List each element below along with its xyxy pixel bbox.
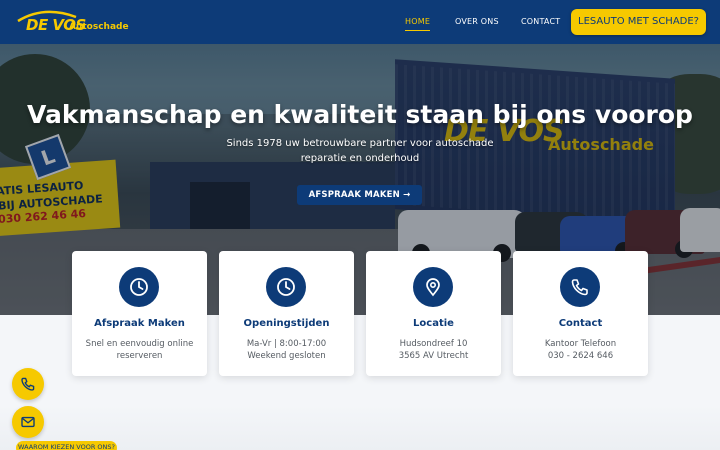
card-title: Openingstijden	[243, 318, 330, 329]
card-appointment[interactable]: Afspraak Maken Snel en eenvoudig online …	[72, 251, 207, 376]
logo-subtitle: Autoschade	[69, 22, 129, 32]
hero-subtitle: Sinds 1978 uw betrouwbare partner voor a…	[226, 138, 494, 164]
card-text: Kantoor Telefoon	[544, 339, 617, 349]
card-title: Locatie	[413, 318, 454, 329]
section-badge: WAAROM KIEZEN VOOR ONS?	[16, 441, 117, 450]
make-appointment-button[interactable]: AFSPRAAK MAKEN →	[297, 185, 422, 205]
nav-contact[interactable]: CONTACT	[521, 17, 560, 27]
phone-icon	[21, 377, 35, 391]
card-location[interactable]: Locatie Hudsondreef 10 3565 AV Utrecht	[366, 251, 501, 376]
floating-call-button[interactable]	[12, 368, 44, 400]
mail-icon	[21, 416, 35, 428]
phone-icon	[560, 267, 600, 307]
location-pin-icon	[413, 267, 453, 307]
clock-icon	[266, 267, 306, 307]
card-title: Afspraak Maken	[94, 318, 185, 329]
nav-home[interactable]: HOME	[405, 17, 431, 31]
clock-icon	[119, 267, 159, 307]
site-header: DE VOS Autoschade HOME OVER ONS CONTACT …	[0, 0, 720, 44]
floating-mail-button[interactable]	[12, 406, 44, 438]
card-opening-hours[interactable]: Openingstijden Ma-Vr | 8:00-17:00 Weeken…	[219, 251, 354, 376]
card-contact[interactable]: Contact Kantoor Telefoon 030 - 2624 646	[513, 251, 648, 376]
card-text: Snel en eenvoudig online	[85, 339, 194, 349]
lesauto-schade-button[interactable]: LESAUTO MET SCHADE?	[571, 9, 706, 35]
logo[interactable]: DE VOS Autoschade	[16, 9, 129, 37]
card-text: Ma-Vr | 8:00-17:00	[246, 339, 327, 349]
card-text: Weekend gesloten	[247, 351, 326, 361]
card-title: Contact	[558, 318, 603, 329]
card-text: Hudsondreef 10	[399, 339, 468, 349]
card-text: 030 - 2624 646	[547, 351, 614, 361]
hero-title: Vakmanschap en kwaliteit staan bij ons v…	[27, 100, 693, 129]
nav-over-ons[interactable]: OVER ONS	[455, 17, 499, 27]
card-text: 3565 AV Utrecht	[398, 351, 469, 361]
card-text: reserveren	[116, 351, 163, 361]
